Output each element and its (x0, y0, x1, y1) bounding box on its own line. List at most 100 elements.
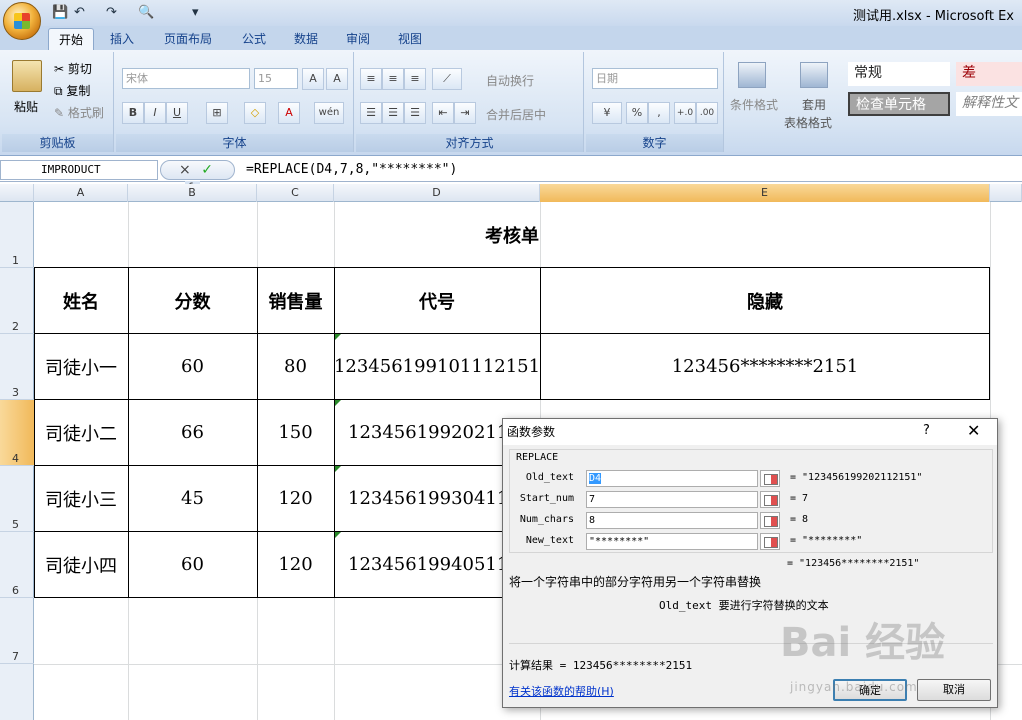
align-top-icon[interactable]: ≡ (360, 68, 382, 90)
table-cell[interactable]: 12345619940511215 (334, 532, 502, 597)
table-cell[interactable]: 司徒小一 (34, 334, 128, 399)
underline-button[interactable]: U (166, 102, 188, 124)
column-header-b[interactable]: B (128, 184, 257, 202)
style-normal[interactable]: 常规 (848, 62, 950, 86)
conditional-format-button[interactable]: 条件格式 (730, 96, 778, 113)
align-center-icon[interactable]: ☰ (382, 102, 404, 124)
table-format-button-2[interactable]: 表格格式 (784, 114, 832, 131)
number-format-combo[interactable]: 日期 (592, 68, 718, 89)
grow-font-button[interactable]: A (302, 68, 324, 90)
cancel-formula-icon[interactable]: × (179, 162, 191, 178)
help-icon[interactable]: ? (923, 423, 930, 438)
num-chars-input[interactable]: 8 (586, 512, 758, 529)
currency-icon[interactable]: ¥ (592, 102, 622, 124)
tab-formulas[interactable]: 公式 (232, 28, 276, 50)
table-cell[interactable]: 120 (257, 466, 334, 531)
table-cell[interactable]: 123456********2151 (540, 334, 990, 399)
range-select-icon[interactable] (760, 533, 780, 550)
style-explanatory[interactable]: 解释性文 (956, 92, 1022, 116)
table-cell[interactable]: 45 (128, 466, 257, 531)
align-middle-icon[interactable]: ≡ (382, 68, 404, 90)
conditional-format-icon[interactable] (738, 62, 766, 88)
table-cell[interactable]: 66 (128, 400, 257, 465)
tab-data[interactable]: 数据 (284, 28, 328, 50)
table-cell[interactable]: 123456199101112151 (334, 334, 540, 399)
print-preview-icon[interactable]: 🔍 (138, 4, 154, 21)
row-header-6[interactable]: 6 (0, 532, 34, 598)
column-header-d[interactable]: D (334, 184, 540, 202)
style-bad[interactable]: 差 (956, 62, 1022, 86)
column-header-f[interactable] (990, 184, 1022, 202)
tab-view[interactable]: 视图 (388, 28, 432, 50)
paste-icon[interactable] (12, 60, 42, 92)
close-icon[interactable]: ✕ (967, 421, 980, 440)
orientation-icon[interactable]: ⟋ (432, 68, 462, 90)
row-header-4[interactable]: 4 (0, 400, 34, 466)
range-select-icon[interactable] (760, 470, 780, 487)
customize-qat-icon[interactable]: ▾ (192, 4, 199, 21)
column-header-e[interactable]: E (540, 184, 990, 202)
row-header-3[interactable]: 3 (0, 334, 34, 400)
font-size-combo[interactable]: 15 (254, 68, 298, 89)
row-header-2[interactable]: 2 (0, 268, 34, 334)
row-header-5[interactable]: 5 (0, 466, 34, 532)
wrap-text-button[interactable]: 自动换行 (486, 72, 534, 89)
table-cell[interactable]: 司徒小三 (34, 466, 128, 531)
table-format-button-1[interactable]: 套用 (802, 96, 826, 113)
percent-button[interactable]: % (626, 102, 648, 124)
cut-button[interactable]: ✂ 剪切 (54, 60, 92, 77)
new-text-input[interactable]: "********" (586, 533, 758, 550)
align-bottom-icon[interactable]: ≡ (404, 68, 426, 90)
tab-review[interactable]: 审阅 (336, 28, 380, 50)
comma-button[interactable]: , (648, 102, 670, 124)
font-name-combo[interactable]: 宋体 (122, 68, 250, 89)
align-left-icon[interactable]: ☰ (360, 102, 382, 124)
increase-decimal-button[interactable]: +.0 (674, 102, 696, 124)
merge-center-button[interactable]: 合并后居中 (486, 106, 546, 123)
bold-button[interactable]: B (122, 102, 144, 124)
increase-indent-icon[interactable]: ⇥ (454, 102, 476, 124)
select-all-corner[interactable] (0, 184, 34, 202)
range-select-icon[interactable] (760, 512, 780, 529)
range-select-icon[interactable] (760, 491, 780, 508)
shrink-font-button[interactable]: A (326, 68, 348, 90)
decrease-indent-icon[interactable]: ⇤ (432, 102, 454, 124)
font-color-button[interactable]: A (278, 102, 300, 124)
table-cell[interactable]: 120 (257, 532, 334, 597)
style-check-cell[interactable]: 检查单元格 (848, 92, 950, 116)
fill-color-button[interactable]: ◇ (244, 102, 266, 124)
start-num-input[interactable]: 7 (586, 491, 758, 508)
header-code[interactable]: 代号 (334, 268, 540, 333)
cancel-button[interactable]: 取消 (917, 679, 991, 701)
old-text-input[interactable]: D4 (586, 470, 758, 487)
phonetic-button[interactable]: wén (314, 102, 344, 124)
table-cell[interactable]: 80 (257, 334, 334, 399)
table-cell[interactable]: 12345619930411215 (334, 466, 502, 531)
tab-home[interactable]: 开始 (48, 28, 95, 50)
header-name[interactable]: 姓名 (34, 268, 128, 333)
table-cell[interactable]: 司徒小四 (34, 532, 128, 597)
table-format-icon[interactable] (800, 62, 828, 88)
paste-button[interactable]: 粘贴 (14, 98, 38, 115)
align-right-icon[interactable]: ☰ (404, 102, 426, 124)
enter-formula-icon[interactable]: ✓ (201, 162, 213, 178)
row-header-1[interactable]: 1 (0, 202, 34, 268)
function-help-link[interactable]: 有关该函数的帮助(H) (509, 683, 614, 699)
name-box[interactable]: IMPRODUCT (0, 160, 158, 180)
header-score[interactable]: 分数 (128, 268, 257, 333)
table-cell[interactable]: 150 (257, 400, 334, 465)
column-header-c[interactable]: C (257, 184, 334, 202)
header-hidden[interactable]: 隐藏 (540, 268, 990, 333)
tab-page-layout[interactable]: 页面布局 (154, 28, 222, 50)
table-cell[interactable]: 司徒小二 (34, 400, 128, 465)
table-cell[interactable]: 12345619920211215 (334, 400, 502, 465)
formula-input[interactable]: =REPLACE(D4,7,8,"********") (246, 160, 457, 180)
column-header-a[interactable]: A (34, 184, 128, 202)
format-painter-button[interactable]: ✎ 格式刷 (54, 104, 104, 121)
header-sales[interactable]: 销售量 (257, 268, 334, 333)
row-header-7[interactable]: 7 (0, 598, 34, 664)
copy-button[interactable]: ⧉ 复制 (54, 82, 90, 99)
table-cell[interactable]: 60 (128, 532, 257, 597)
table-cell[interactable]: 60 (128, 334, 257, 399)
decrease-decimal-button[interactable]: .00 (696, 102, 718, 124)
